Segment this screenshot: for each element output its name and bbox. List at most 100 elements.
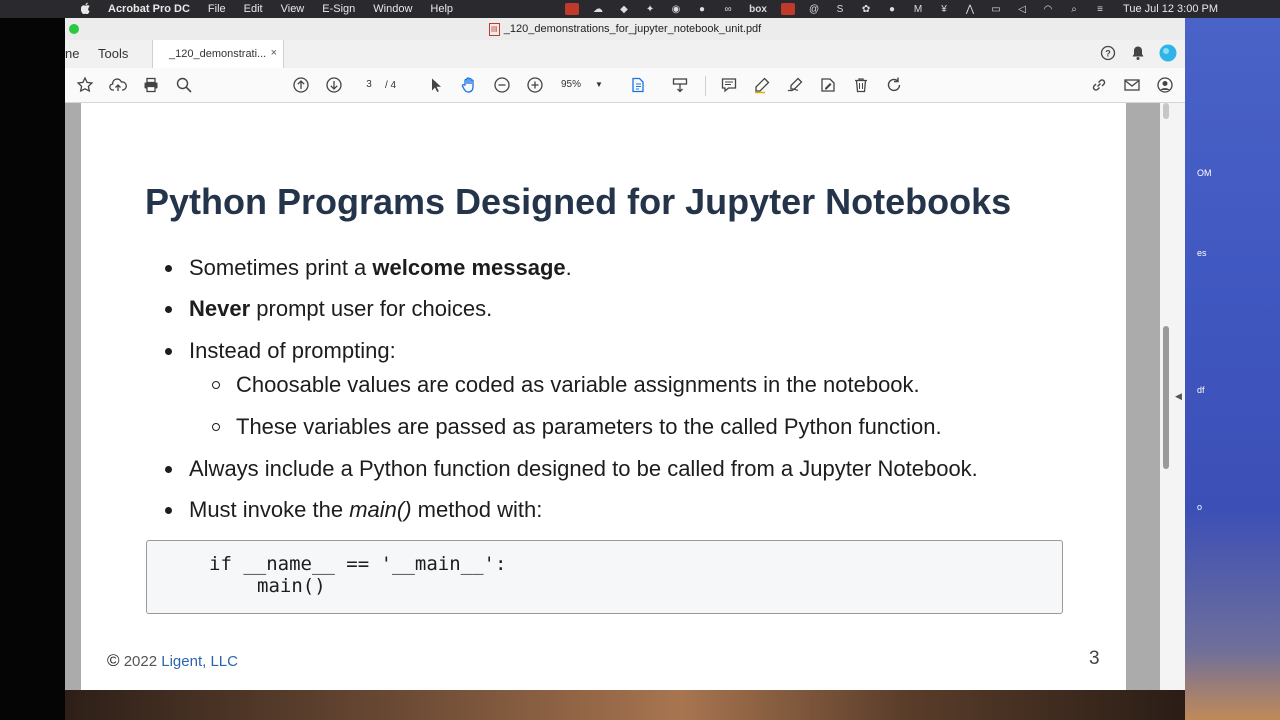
toolbar: 3 / 4 95% ▼ — [65, 68, 1185, 103]
bullet-text: prompt user for choices. — [250, 296, 493, 321]
record-icon[interactable] — [781, 3, 796, 15]
edit-pdf-icon[interactable] — [818, 75, 838, 95]
rotate-icon[interactable] — [884, 75, 904, 95]
print-icon[interactable] — [141, 75, 161, 95]
desktop-label[interactable]: OM — [1197, 168, 1212, 178]
account-avatar-icon[interactable] — [1159, 44, 1177, 62]
title-bar: ▤ _120_demonstrations_for_jupyter_notebo… — [65, 18, 1185, 41]
slide-page-number: 3 — [1089, 648, 1100, 669]
notification-bell-icon[interactable] — [1129, 44, 1147, 62]
page-number-input[interactable]: 3 — [357, 76, 381, 94]
scrollbar-top-thumb[interactable] — [1163, 103, 1169, 119]
close-tab-icon[interactable]: × — [271, 47, 277, 59]
scrollbar-thumb[interactable] — [1163, 326, 1169, 469]
display-icon[interactable]: ▭ — [989, 3, 1003, 15]
comment-icon[interactable] — [719, 75, 739, 95]
tab-document-label: _120_demonstrati... — [169, 48, 267, 60]
bullet-dot — [165, 348, 172, 355]
cube-icon[interactable]: ◆ — [617, 3, 631, 15]
zoom-in-icon[interactable] — [525, 75, 545, 95]
document-viewer[interactable]: Python Programs Designed for Jupyter Not… — [65, 103, 1185, 690]
hand-tool-icon[interactable] — [459, 75, 479, 95]
select-cursor-icon[interactable] — [426, 75, 446, 95]
wifi-icon[interactable]: ◠ — [1041, 3, 1055, 15]
desktop-label[interactable]: o — [1197, 502, 1202, 512]
menu-esign[interactable]: E-Sign — [322, 3, 355, 15]
email-icon[interactable] — [1122, 75, 1142, 95]
svg-text:?: ? — [1105, 49, 1111, 59]
window-zoom-button[interactable] — [69, 24, 79, 34]
zoom-level-dropdown[interactable]: 95% ▼ — [561, 76, 613, 92]
bullet-text: Sometimes print a — [189, 255, 373, 280]
sign-icon[interactable] — [785, 75, 805, 95]
link-icon[interactable]: ∞ — [721, 3, 735, 15]
tab-home[interactable]: ne — [65, 46, 79, 61]
bullet-text: Always include a Python function designe… — [189, 456, 978, 481]
menu-window[interactable]: Window — [373, 3, 412, 15]
apple-menu-icon[interactable] — [78, 2, 94, 17]
menu-edit[interactable]: Edit — [244, 3, 263, 15]
adobe-icon[interactable] — [565, 3, 580, 15]
bullet-italic-text: main() — [349, 497, 412, 522]
circle-icon[interactable]: ◉ — [669, 3, 683, 15]
bullet-text: . — [565, 255, 572, 280]
page-total: / 4 — [385, 79, 397, 91]
menu-help[interactable]: Help — [430, 3, 453, 15]
bullet-text: method with: — [411, 497, 543, 522]
tab-bar: ne Tools _120_demonstrati... × ? — [65, 40, 1185, 69]
menu-view[interactable]: View — [281, 3, 305, 15]
gear-icon[interactable]: ✿ — [859, 3, 873, 15]
desktop-left — [0, 18, 65, 720]
previous-page-icon[interactable] — [291, 75, 311, 95]
control-center-icon[interactable]: ≡ — [1093, 3, 1107, 15]
volume-icon[interactable]: ◁ — [1015, 3, 1029, 15]
desktop-background: OM es df o — [1185, 18, 1280, 720]
menubar-clock[interactable]: Tue Jul 12 3:00 PM — [1123, 3, 1218, 15]
delete-trash-icon[interactable] — [851, 75, 871, 95]
chrome-icon[interactable]: ● — [695, 3, 709, 15]
copyright-icon: © — [107, 651, 120, 670]
code-line: if __name__ == '__main__': — [209, 553, 507, 575]
zoom-search-icon[interactable] — [174, 75, 194, 95]
highlight-pen-icon[interactable] — [752, 75, 772, 95]
bullet-text: Must invoke the — [189, 497, 350, 522]
dropbox-icon[interactable]: ✦ — [643, 3, 657, 15]
next-page-icon[interactable] — [324, 75, 344, 95]
at-icon[interactable]: @ — [807, 3, 821, 15]
app-menu[interactable]: Acrobat Pro DC — [108, 3, 190, 15]
bookmark-star-icon[interactable] — [75, 75, 95, 95]
sub-bullet-circle — [212, 381, 220, 389]
zoom-out-icon[interactable] — [492, 75, 512, 95]
desktop-wallpaper — [65, 690, 1185, 720]
bullet-text: Choosable values are coded as variable a… — [236, 372, 920, 397]
upload-cloud-icon[interactable] — [108, 75, 128, 95]
menu-file[interactable]: File — [208, 3, 226, 15]
help-icon[interactable]: ? — [1099, 44, 1117, 62]
scroll-mode-icon[interactable] — [670, 75, 690, 95]
user-add-icon[interactable] — [1155, 75, 1175, 95]
cloud-icon[interactable]: ☁ — [591, 3, 605, 15]
desktop-label[interactable]: df — [1197, 385, 1205, 395]
share-link-icon[interactable] — [1089, 75, 1109, 95]
bullet-text: These variables are passed as parameters… — [236, 414, 942, 439]
fit-page-icon[interactable] — [628, 75, 648, 95]
desktop-label[interactable]: es — [1197, 248, 1207, 258]
tab-bar-actions: ? — [1087, 44, 1177, 62]
bullet-text: Instead of prompting: — [189, 338, 396, 363]
menu-bar: Acrobat Pro DC File Edit View E-Sign Win… — [0, 0, 1280, 18]
code-line: main() — [257, 575, 326, 597]
footer-link[interactable]: Ligent, LLC — [161, 653, 238, 670]
expand-panel-icon[interactable]: ◀ — [1175, 391, 1182, 402]
toolbar-divider — [705, 76, 706, 96]
tab-tools[interactable]: Tools — [98, 46, 128, 61]
box-icon[interactable]: box — [747, 3, 769, 15]
s-icon[interactable]: S — [833, 3, 847, 15]
activity-icon[interactable]: ⋀ — [963, 3, 977, 15]
tab-document[interactable]: _120_demonstrati... × — [152, 40, 284, 68]
search-icon[interactable]: ⌕ — [1067, 3, 1081, 15]
dot-icon[interactable]: ● — [885, 3, 899, 15]
m-icon[interactable]: M — [911, 3, 925, 15]
scale-icon[interactable]: ¥ — [937, 3, 951, 15]
window-title: _120_demonstrations_for_jupyter_notebook… — [503, 23, 762, 35]
slide-title: Python Programs Designed for Jupyter Not… — [145, 181, 1012, 222]
